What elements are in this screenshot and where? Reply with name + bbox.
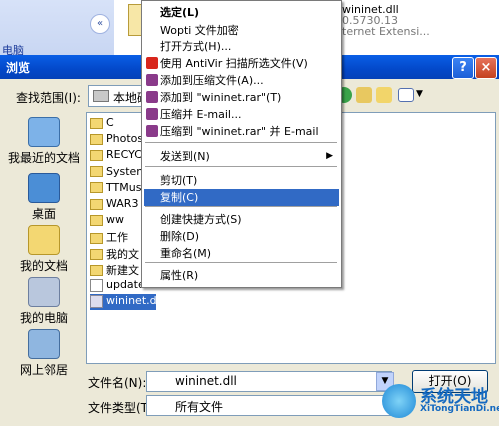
menu-item-label: 添加到压缩文件(A)...: [160, 74, 264, 87]
my-computer-icon: [28, 277, 60, 307]
desktop-icon: [28, 173, 60, 203]
watermark: 系统天地 XiTongTianDi.net: [382, 382, 499, 422]
winrar-icon: [146, 74, 158, 86]
list-item-label: WAR3: [106, 197, 139, 210]
chevron-down-icon[interactable]: ▼: [416, 89, 423, 99]
menu-item-label: 选定(L): [160, 6, 200, 19]
menu-item[interactable]: 重命名(M): [144, 245, 339, 262]
place-my-documents[interactable]: 我的文档: [6, 225, 82, 274]
folder-icon: [90, 149, 103, 161]
menu-item[interactable]: 压缩并 E-mail...: [144, 106, 339, 123]
menu-item-label: 剪切(T): [160, 174, 198, 187]
menu-item-label: 创建快捷方式(S): [160, 213, 242, 226]
menu-separator: [145, 206, 337, 207]
menu-item-label: 发送到(N): [160, 150, 210, 163]
up-folder-icon[interactable]: [356, 87, 372, 103]
winrar-icon: [146, 125, 158, 137]
place-network[interactable]: 网上邻居: [6, 329, 82, 378]
menu-item-label: Wopti 文件加密: [160, 24, 239, 37]
menu-item-label: 属性(R): [160, 269, 199, 282]
menu-item-label: 删除(D): [160, 230, 200, 243]
close-button[interactable]: ×: [475, 57, 497, 79]
menu-item[interactable]: 打开方式(H)...: [144, 38, 339, 55]
menu-item-label: 重命名(M): [160, 247, 212, 260]
menu-item[interactable]: 删除(D): [144, 228, 339, 245]
menu-item[interactable]: 压缩到 "wininet.rar" 并 E-mail: [144, 123, 339, 140]
explorer-task-panel: « 电脑: [0, 0, 114, 60]
folder-icon: [90, 249, 103, 261]
folder-icon: [90, 182, 103, 194]
place-label: 网上邻居: [19, 363, 68, 377]
folder-icon: [90, 232, 103, 244]
lookin-label: 查找范围(I):: [16, 91, 81, 105]
dialog-title: 浏览: [6, 61, 31, 75]
list-item-label: 新建文: [106, 263, 139, 277]
recent-documents-icon: [28, 117, 60, 147]
context-menu: 选定(L) Wopti 文件加密 打开方式(H)... 使用 AntiVir 扫描所选…: [141, 0, 342, 288]
filename-value: wininet.dll: [175, 374, 237, 388]
menu-item-label: 复制(C): [160, 191, 199, 204]
folder-icon: [90, 117, 103, 129]
place-label: 我最近的文档: [7, 151, 80, 165]
winrar-icon: [146, 108, 158, 120]
menu-separator: [145, 142, 337, 143]
menu-item-label: 打开方式(H)...: [160, 40, 232, 53]
watermark-url: XiTongTianDi.net: [420, 404, 499, 414]
place-label: 桌面: [31, 207, 56, 221]
menu-separator: [145, 166, 337, 167]
menu-item-label: 压缩并 E-mail...: [160, 108, 242, 121]
list-item-label: 我的文: [106, 247, 139, 261]
menu-item-label: 添加到 "wininet.rar"(T): [160, 91, 282, 104]
menu-item-label: 使用 AntiVir 扫描所选文件(V): [160, 57, 308, 70]
place-label: 我的电脑: [19, 311, 68, 325]
filename-input[interactable]: wininet.dll: [146, 371, 392, 392]
place-my-computer[interactable]: 我的电脑: [6, 277, 82, 326]
file-description: ternet Extensi...: [342, 25, 430, 38]
menu-item[interactable]: 使用 AntiVir 扫描所选文件(V): [144, 55, 339, 72]
filetype-value: 所有文件: [175, 400, 224, 414]
menu-item[interactable]: 选定(L): [144, 4, 339, 21]
my-documents-icon: [28, 225, 60, 255]
menu-item[interactable]: Wopti 文件加密: [144, 22, 339, 39]
new-folder-icon[interactable]: [376, 87, 392, 103]
menu-item[interactable]: 添加到 "wininet.rar"(T): [144, 89, 339, 106]
file-icon: [90, 294, 103, 308]
dialog-toolbar: ▼: [336, 85, 426, 105]
network-places-icon: [28, 329, 60, 359]
winrar-icon: [146, 91, 158, 103]
list-item-label: 工作: [106, 231, 128, 245]
submenu-arrow-icon: ▶: [326, 151, 333, 161]
folder-icon: [90, 198, 103, 210]
list-item-label: ww: [106, 213, 124, 227]
menu-item[interactable]: 发送到(N) ▶: [144, 148, 339, 165]
menu-item-label: 压缩到 "wininet.rar" 并 E-mail: [160, 125, 319, 138]
antivir-icon: [146, 57, 158, 69]
drive-icon: [93, 90, 109, 102]
menu-item[interactable]: 剪切(T): [144, 172, 339, 189]
help-button[interactable]: ?: [452, 57, 474, 79]
menu-separator: [145, 262, 337, 263]
place-recent-documents[interactable]: 我最近的文档: [6, 117, 82, 166]
folder-icon: [90, 214, 103, 226]
filename-label: 文件名(N):: [88, 376, 147, 390]
list-item[interactable]: wininet.dll: [90, 294, 156, 311]
watermark-logo-icon: [382, 384, 416, 418]
menu-item[interactable]: 复制(C): [144, 189, 339, 206]
file-icon: [90, 278, 103, 292]
collapse-panel-button[interactable]: «: [90, 14, 110, 34]
place-label: 我的文档: [19, 259, 68, 273]
filetype-select[interactable]: 所有文件: [146, 395, 392, 416]
list-item-label: wininet.dll: [106, 294, 156, 308]
views-icon[interactable]: [398, 88, 414, 102]
menu-item[interactable]: 添加到压缩文件(A)...: [144, 72, 339, 89]
menu-item[interactable]: 创建快捷方式(S): [144, 211, 339, 228]
folder-icon: [90, 265, 103, 277]
place-desktop[interactable]: 桌面: [6, 173, 82, 222]
folder-icon: [90, 133, 103, 145]
list-item-label: C: [106, 116, 114, 129]
folder-icon: [90, 166, 103, 178]
menu-item[interactable]: 属性(R): [144, 267, 339, 284]
places-bar: 我最近的文档 桌面 我的文档 我的电脑 网上邻居: [6, 113, 82, 377]
